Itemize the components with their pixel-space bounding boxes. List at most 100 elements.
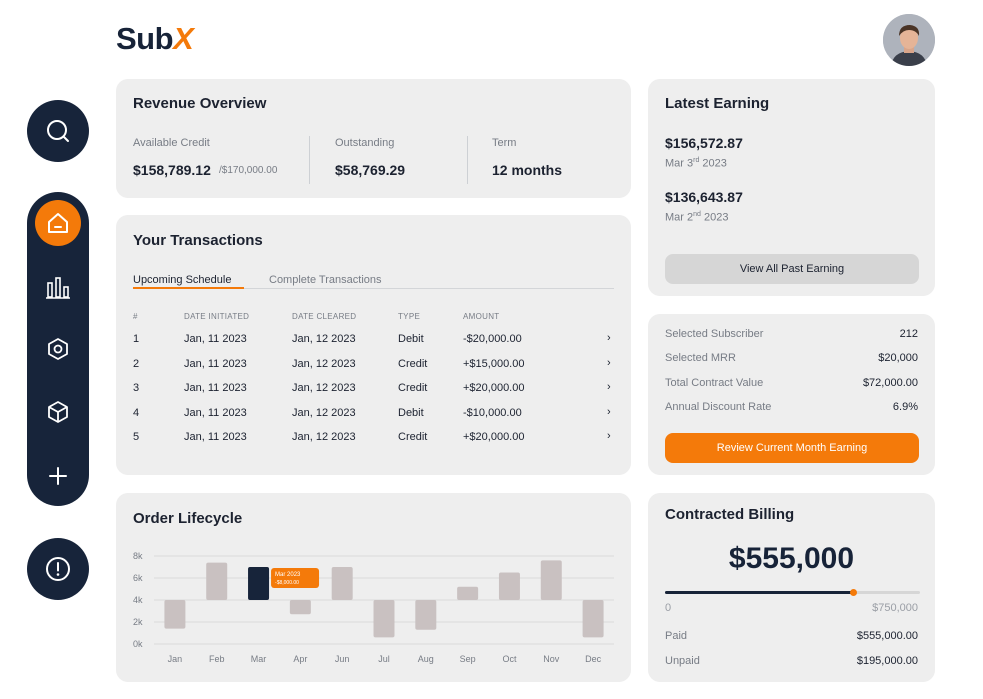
- chevron-right-icon[interactable]: ›: [607, 332, 611, 344]
- active-tab-indicator: [133, 287, 244, 289]
- unpaid-label: Unpaid: [665, 655, 700, 667]
- total-contract-value-value: $72,000.00: [862, 377, 918, 389]
- x-tick-label: Jun: [335, 654, 350, 664]
- alert-button[interactable]: [27, 538, 89, 600]
- review-current-month-earning-button[interactable]: Review Current Month Earning: [665, 433, 919, 463]
- billing-total-amount: $555,000: [728, 542, 855, 575]
- selected-subscriber-value: 212: [899, 328, 918, 340]
- y-tick-label: 2k: [133, 617, 143, 627]
- column-header-number: #: [133, 312, 138, 321]
- row-date-cleared: Jan, 12 2023: [292, 431, 356, 443]
- chart-bar: [164, 600, 186, 629]
- earning-date: Mar 3rd 2023: [665, 157, 727, 170]
- row-type: Credit: [398, 382, 428, 394]
- chart-bar: [206, 562, 228, 600]
- y-tick-label: 6k: [133, 573, 143, 583]
- outstanding-label: Outstanding: [335, 137, 395, 149]
- x-tick-label: Jul: [378, 654, 390, 664]
- outstanding-value: $58,769.29: [335, 162, 406, 178]
- brand-logo: SubX: [116, 21, 194, 56]
- row-amount: +$20,000.00: [463, 382, 525, 394]
- chevron-right-icon[interactable]: ›: [607, 430, 611, 442]
- row-date-cleared: Jan, 12 2023: [292, 382, 356, 394]
- chart-bar: [331, 567, 353, 600]
- row-date-cleared: Jan, 12 2023: [292, 407, 356, 419]
- y-tick-label: 0k: [133, 639, 143, 649]
- tab-upcoming-schedule[interactable]: Upcoming Schedule: [133, 274, 231, 286]
- x-tick-label: Dec: [585, 654, 602, 664]
- row-number: 5: [133, 431, 140, 443]
- nav-item-products[interactable]: [35, 389, 81, 435]
- search-button[interactable]: [27, 100, 89, 162]
- row-amount: -$10,000.00: [463, 407, 522, 419]
- available-credit-label: Available Credit: [133, 137, 210, 149]
- chevron-right-icon[interactable]: ›: [607, 357, 611, 369]
- billing-range-min: 0: [665, 602, 672, 614]
- row-type: Credit: [398, 358, 428, 370]
- column-header-type: TYPE: [398, 312, 421, 321]
- billing-progress-slider[interactable]: [665, 589, 920, 596]
- order-lifecycle-title: Order Lifecycle: [133, 510, 243, 527]
- total-contract-value-label: Total Contract Value: [665, 377, 764, 389]
- nav-item-analytics[interactable]: [35, 264, 81, 310]
- chevron-right-icon[interactable]: ›: [607, 381, 611, 393]
- paid-label: Paid: [665, 630, 688, 642]
- chart-bar: [248, 567, 270, 600]
- row-amount: +$15,000.00: [463, 358, 525, 370]
- selected-subscriber-label: Selected Subscriber: [665, 328, 764, 340]
- divider: [467, 136, 468, 184]
- user-avatar[interactable]: [883, 14, 935, 66]
- row-number: 3: [133, 382, 140, 394]
- tab-complete-transactions[interactable]: Complete Transactions: [269, 274, 382, 286]
- row-number: 1: [133, 333, 140, 345]
- divider: [309, 136, 310, 184]
- selected-mrr-value: $20,000: [878, 352, 918, 364]
- avatar-image: [883, 14, 935, 66]
- row-amount: +$20,000.00: [463, 431, 525, 443]
- row-type: Debit: [398, 407, 424, 419]
- available-credit-limit: /$170,000.00: [219, 165, 278, 176]
- view-all-past-earning-button[interactable]: View All Past Earning: [665, 254, 919, 284]
- hexagon-icon: [48, 338, 68, 360]
- row-date-cleared: Jan, 12 2023: [292, 333, 356, 345]
- alert-icon: [46, 557, 70, 581]
- row-date-initiated: Jan, 11 2023: [184, 382, 247, 394]
- selected-mrr-label: Selected MRR: [665, 352, 736, 364]
- x-tick-label: Oct: [502, 654, 517, 664]
- row-number: 2: [133, 358, 140, 370]
- search-icon: [47, 120, 69, 142]
- row-number: 4: [133, 407, 140, 419]
- x-tick-label: Nov: [543, 654, 560, 664]
- tooltip-title: Mar 2023: [275, 572, 301, 578]
- billing-range-max: $750,000: [872, 602, 918, 614]
- plus-icon: [49, 467, 67, 485]
- sidebar-nav: [27, 192, 89, 506]
- nav-item-home[interactable]: [35, 200, 81, 246]
- chart-bar: [457, 586, 479, 600]
- x-tick-label: Feb: [209, 654, 225, 664]
- y-tick-label: 4k: [133, 595, 143, 605]
- row-date-cleared: Jan, 12 2023: [292, 358, 356, 370]
- available-credit-value: $158,789.12: [133, 162, 211, 178]
- chevron-right-icon[interactable]: ›: [607, 406, 611, 418]
- nav-item-add[interactable]: [35, 453, 81, 499]
- contracted-billing-title: Contracted Billing: [665, 506, 795, 523]
- chart-bar: [582, 600, 604, 638]
- row-date-initiated: Jan, 11 2023: [184, 407, 247, 419]
- paid-value: $555,000.00: [856, 630, 918, 642]
- column-header-amount: AMOUNT: [463, 312, 500, 321]
- order-lifecycle-chart: 8k 6k 4k 2k 0k Jan Feb Mar Apr Jun Jul Aug Sep Oct Nov…: [133, 551, 614, 664]
- transactions-title: Your Transactions: [133, 232, 263, 249]
- bar-chart-icon: [46, 277, 70, 299]
- unpaid-value: $195,000.00: [856, 655, 918, 667]
- chart-bar: [373, 600, 395, 638]
- billing-progress-fill: [665, 591, 854, 594]
- nav-item-settings[interactable]: [35, 326, 81, 372]
- home-icon: [48, 213, 68, 233]
- chart-bar: [498, 572, 520, 600]
- column-header-date-initiated: DATE INITIATED: [184, 312, 250, 321]
- revenue-overview-title: Revenue Overview: [133, 95, 267, 112]
- earning-date: Mar 2nd 2023: [665, 211, 729, 224]
- annual-discount-rate-label: Annual Discount Rate: [665, 401, 772, 413]
- x-tick-label: Sep: [460, 654, 476, 664]
